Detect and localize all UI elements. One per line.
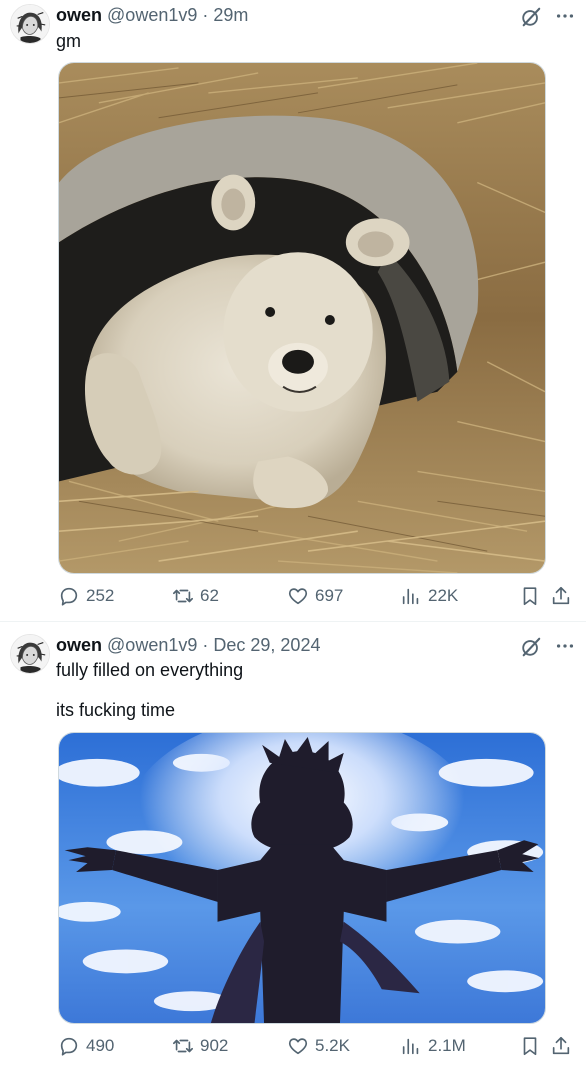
- avatar[interactable]: [10, 634, 50, 674]
- like-count: 5.2K: [315, 1036, 350, 1055]
- author-handle[interactable]: @owen1v9: [107, 635, 197, 655]
- reply-count: 252: [86, 586, 115, 605]
- views-count: 2.1M: [428, 1036, 466, 1055]
- like-button[interactable]: 5.2K: [287, 1031, 350, 1061]
- tweet[interactable]: owen @owen1v9 · Dec 29, 2024 fully fille…: [0, 622, 586, 1066]
- repost-count: 902: [200, 1036, 229, 1055]
- bookmark-button[interactable]: [519, 1031, 541, 1061]
- repost-count: 62: [200, 586, 219, 605]
- like-icon: [288, 1038, 308, 1055]
- author-name[interactable]: owen: [56, 5, 102, 25]
- reply-button[interactable]: 490: [58, 1031, 114, 1061]
- like-icon: [288, 588, 308, 605]
- reply-count: 490: [86, 1036, 115, 1055]
- views-icon: [402, 1038, 419, 1055]
- bookmark-icon: [523, 587, 537, 606]
- tweet-header: owen @owen1v9 · Dec 29, 2024: [56, 634, 320, 656]
- repost-icon: [173, 1039, 193, 1053]
- tweet[interactable]: owen @owen1v9 · 29m gm 252 62 697 22K: [0, 0, 586, 622]
- timestamp[interactable]: Dec 29, 2024: [213, 635, 320, 655]
- reply-button[interactable]: 252: [58, 581, 114, 611]
- share-button[interactable]: [550, 581, 572, 611]
- reply-icon: [60, 587, 78, 606]
- views-count: 22K: [428, 586, 459, 605]
- grok-icon[interactable]: [520, 636, 542, 658]
- repost-button[interactable]: 902: [172, 1031, 228, 1061]
- share-icon: [552, 586, 570, 605]
- like-count: 697: [315, 586, 344, 605]
- share-icon: [552, 1036, 570, 1055]
- more-icon[interactable]: [554, 635, 576, 657]
- separator-dot: ·: [202, 635, 209, 655]
- views-icon: [402, 588, 419, 605]
- repost-button[interactable]: 62: [172, 581, 219, 611]
- author-handle[interactable]: @owen1v9: [107, 5, 197, 25]
- like-button[interactable]: 697: [287, 581, 343, 611]
- tweet-text: gm: [56, 31, 82, 51]
- tweet-actions: 490 902 5.2K 2.1M: [0, 1031, 586, 1061]
- views-button[interactable]: 2.1M: [400, 1031, 466, 1061]
- bookmark-icon: [523, 1037, 537, 1056]
- grok-icon[interactable]: [520, 6, 542, 28]
- reply-icon: [60, 1037, 78, 1056]
- tweet-photo[interactable]: [58, 62, 546, 574]
- avatar[interactable]: [10, 4, 50, 44]
- tweet-text-line: fully filled on everything: [56, 660, 244, 680]
- separator-dot: ·: [202, 5, 209, 25]
- author-name[interactable]: owen: [56, 635, 102, 655]
- tweet-photo[interactable]: [58, 732, 546, 1024]
- bookmark-button[interactable]: [519, 581, 541, 611]
- tweet-actions: 252 62 697 22K: [0, 581, 586, 611]
- tweet-text-line: its fucking time: [56, 700, 176, 720]
- timestamp[interactable]: 29m: [213, 5, 248, 25]
- tweet-header: owen @owen1v9 · 29m: [56, 4, 248, 26]
- share-button[interactable]: [550, 1031, 572, 1061]
- more-icon[interactable]: [554, 5, 576, 27]
- repost-icon: [173, 589, 193, 603]
- views-button[interactable]: 22K: [400, 581, 458, 611]
